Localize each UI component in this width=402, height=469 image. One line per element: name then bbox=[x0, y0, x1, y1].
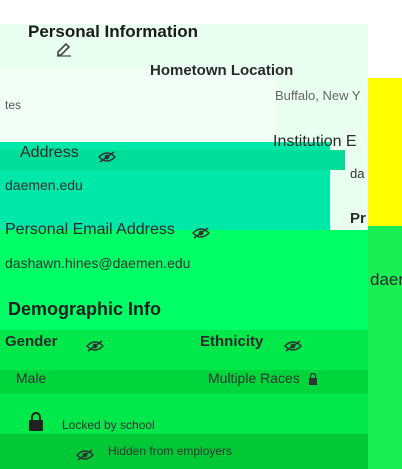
personal-email-eye-icon[interactable] bbox=[192, 224, 210, 242]
ethnicity-eye-icon[interactable] bbox=[284, 337, 302, 355]
bg-right-edge-green bbox=[368, 226, 402, 469]
gender-value: Male bbox=[16, 370, 47, 386]
ethnicity-value: Multiple Races bbox=[208, 370, 300, 386]
hidden-legend-text: Hidden from employers bbox=[108, 444, 233, 458]
ethnicity-lock-icon bbox=[308, 372, 318, 390]
gender-label: Gender bbox=[5, 333, 58, 350]
hometown-label: Hometown Location bbox=[150, 62, 294, 79]
school-email-label: Address bbox=[20, 144, 79, 161]
institution-extra-word: daem bbox=[370, 270, 402, 289]
edit-icon[interactable] bbox=[55, 40, 73, 58]
demographic-heading: Demographic Info bbox=[8, 299, 162, 319]
bg-green-panel-left bbox=[0, 70, 276, 146]
gender-eye-icon[interactable] bbox=[86, 337, 104, 355]
visibility-eye-icon[interactable] bbox=[98, 148, 116, 166]
personal-email-label: Personal Email Address bbox=[5, 221, 175, 238]
institution-value: da bbox=[350, 166, 365, 181]
page-title: Personal Information bbox=[28, 22, 199, 41]
locked-legend-text: Locked by school bbox=[62, 418, 155, 432]
lock-icon bbox=[28, 412, 44, 437]
ethnicity-label: Ethnicity bbox=[200, 333, 264, 350]
institution-extra-label: Pr bbox=[350, 210, 366, 227]
left-fragment-text: tes bbox=[5, 98, 22, 112]
school-email-value: daemen.edu bbox=[5, 177, 83, 193]
personal-email-value: dashawn.hines@daemen.edu bbox=[5, 255, 191, 271]
hometown-value: Buffalo, New Y bbox=[275, 88, 361, 103]
hidden-eye-icon bbox=[76, 446, 94, 464]
institution-label: Institution E bbox=[273, 133, 357, 150]
